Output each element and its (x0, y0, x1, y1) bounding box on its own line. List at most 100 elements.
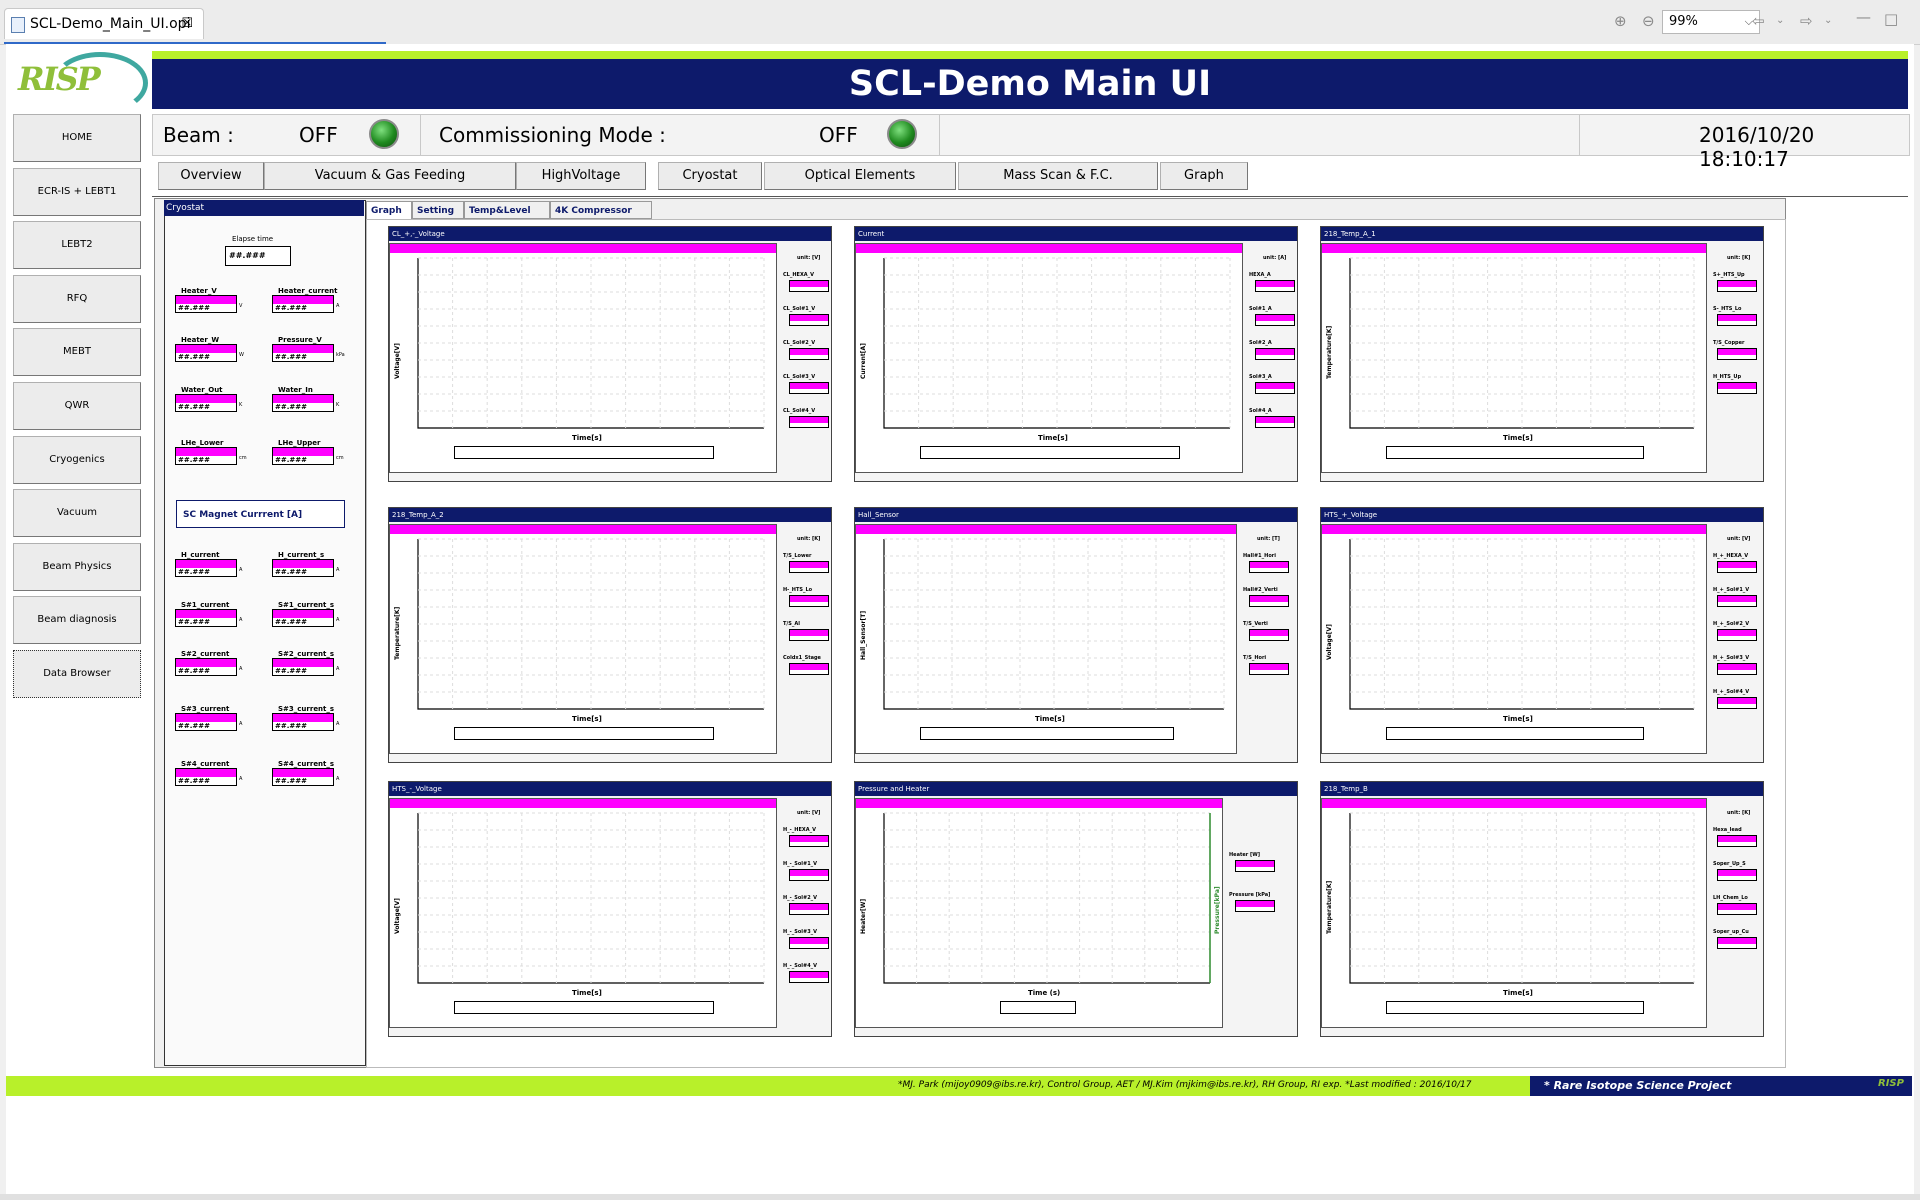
back-arrow-icon[interactable]: ⇦ (1752, 12, 1765, 30)
zoom-in-icon[interactable]: ⊕ (1614, 12, 1627, 30)
signal-bar (1250, 630, 1288, 636)
minimize-icon[interactable]: — (1856, 8, 1871, 26)
magnet-h-current-s-unit: A (336, 567, 340, 573)
y-axis-label: Voltage[V] (394, 898, 401, 934)
signal-bar (790, 664, 828, 670)
chart-pressure-and-heater: Pressure and Heater Heater[W] Pressure[kPa… (854, 781, 1298, 1037)
x-axis-label: Time[s] (1035, 715, 1065, 723)
chart-title: HTS_+_Voltage (1321, 508, 1763, 522)
tab-optical-elements[interactable]: Optical Elements (764, 162, 956, 190)
signal-bar (1256, 417, 1294, 423)
signal-label: Hexa_lead (1713, 827, 1742, 833)
subtab-graph[interactable]: Graph (366, 201, 412, 219)
elapse-time-label: Elapse time (232, 235, 274, 243)
subtab-4k-compressor[interactable]: 4K Compressor (550, 201, 652, 219)
status-row: Beam : OFF Commissioning Mode : OFF 2016… (152, 114, 1910, 171)
sidebar-item-beam-diagnosis[interactable]: Beam diagnosis (13, 596, 141, 645)
signal-label: H_-_Sol#2_V (783, 895, 818, 901)
signal-label: H_-_Sol#3_V (783, 929, 818, 935)
sidebar-item-cryogenics[interactable]: Cryogenics (13, 435, 141, 484)
unit-label: unit: [V] (797, 810, 821, 816)
value-bar (273, 610, 333, 618)
chart-title: 218_Temp_B (1321, 782, 1763, 796)
y-axis-label: Heater[W] (860, 898, 867, 934)
sidebar-item-ecr-is-lebt1[interactable]: ECR-IS + LEBT1 (13, 167, 141, 216)
magnet-s-4-current-s-label: S#4_current_s (278, 760, 335, 768)
tab-highvoltage[interactable]: HighVoltage (516, 162, 646, 190)
subtab-setting[interactable]: Setting (412, 201, 464, 219)
value-bar (176, 296, 236, 304)
back-dropdown-icon[interactable]: ⌄ (1776, 15, 1784, 26)
signal-value (1249, 629, 1289, 641)
signal-bar (1250, 596, 1288, 602)
signal-value (1255, 280, 1295, 292)
zoom-select[interactable]: 99% ⌵ (1662, 10, 1760, 34)
commissioning-value: OFF (819, 123, 858, 147)
sidebar-item-qwr[interactable]: QWR (13, 382, 141, 430)
divider (1579, 115, 1580, 155)
close-icon[interactable]: ☒ (181, 9, 193, 39)
chart-title: 218_Temp_A_2 (389, 508, 831, 522)
magnet-h-current-label: H_current (181, 551, 220, 559)
y-axis-label: Current[A] (860, 343, 867, 379)
signal-bar (790, 870, 828, 876)
signal-bar (790, 349, 828, 355)
zoom-out-icon[interactable]: ⊖ (1642, 12, 1655, 30)
signal-bar (790, 630, 828, 636)
beam-label: Beam : (163, 123, 234, 147)
tab-cryostat[interactable]: Cryostat (658, 162, 762, 190)
value-text: ##.### (275, 618, 307, 626)
signal-value (1717, 629, 1757, 641)
datetime: 2016/10/20 18:10:17 (1699, 123, 1815, 171)
sidebar-item-data-browser[interactable]: Data Browser (13, 650, 141, 698)
tab-graph[interactable]: Graph (1160, 162, 1248, 190)
divider (939, 115, 940, 155)
magnet-s-1-current-s-value: ##.### (272, 609, 334, 627)
signal-label: CL_Sol#1_V (783, 306, 816, 312)
editor-tab[interactable]: SCL-Demo_Main_UI.opi ☒ (4, 8, 204, 39)
signal-value (1717, 835, 1757, 847)
value-text: ##.### (275, 353, 307, 361)
plot-area: Heater[W] Pressure[kPa] Time (s) (855, 798, 1223, 1028)
cryo-water-in-unit: K (336, 402, 340, 408)
signal-value (789, 903, 829, 915)
y-axis-label: Temperature[K] (1326, 325, 1333, 379)
magnet-s-4-current-label: S#4_current (181, 760, 230, 768)
magnet-s-3-current-s-unit: A (336, 721, 340, 727)
sidebar-item-beam-physics[interactable]: Beam Physics (13, 542, 141, 591)
signal-bar (1718, 596, 1756, 602)
footer-project: * Rare Isotope Science Project (1530, 1076, 1912, 1096)
chart-title: Hall_Sensor (855, 508, 1297, 522)
signal-label: Soper_up_Cu (1713, 929, 1749, 935)
tab-mass-scan-f-c[interactable]: Mass Scan & F.C. (958, 162, 1158, 190)
tab-overview[interactable]: Overview (158, 162, 264, 190)
magnet-h-current-s-label: H_current_s (278, 551, 325, 559)
signal-label: Sol#1_A (1249, 306, 1272, 312)
tab-vacuum-gas-feeding[interactable]: Vacuum & Gas Feeding (264, 162, 516, 190)
commissioning-label: Commissioning Mode : (439, 123, 666, 147)
magnet-h-current-s-value: ##.### (272, 559, 334, 577)
x-axis-label: Time (s) (1028, 989, 1061, 997)
maximize-icon[interactable]: □ (1884, 10, 1898, 28)
cryo-heater-v-label: Heater_V (181, 287, 217, 295)
sidebar-item-mebt[interactable]: MEBT (13, 328, 141, 377)
signal-value (789, 629, 829, 641)
signal-label: T/S_Al (783, 621, 800, 627)
signal-value (789, 971, 829, 983)
signal-bar (1718, 349, 1756, 355)
forward-dropdown-icon[interactable]: ⌄ (1824, 15, 1832, 26)
value-bar (273, 560, 333, 568)
plot-area: Voltage[V] Time[s] (389, 798, 777, 1028)
plot-area: Hall_Sensor[T] Time[s] (855, 524, 1237, 754)
sidebar-item-rfq[interactable]: RFQ (13, 274, 141, 323)
forward-arrow-icon[interactable]: ⇨ (1800, 12, 1813, 30)
value-text: ##.### (178, 568, 210, 576)
sidebar-item-home[interactable]: HOME (13, 114, 141, 162)
subtab-temp-level[interactable]: Temp&Level (464, 201, 550, 219)
chart-current: Current Current[A] Time[s] unit: [A] HEXA_A S… (854, 226, 1298, 482)
sidebar-item-vacuum[interactable]: Vacuum (13, 489, 141, 538)
signal-bar (1718, 630, 1756, 636)
sidebar-item-lebt2[interactable]: LEBT2 (13, 221, 141, 270)
value-bar (273, 345, 333, 353)
signal-label: S-_HTS_Lo (1713, 306, 1742, 312)
